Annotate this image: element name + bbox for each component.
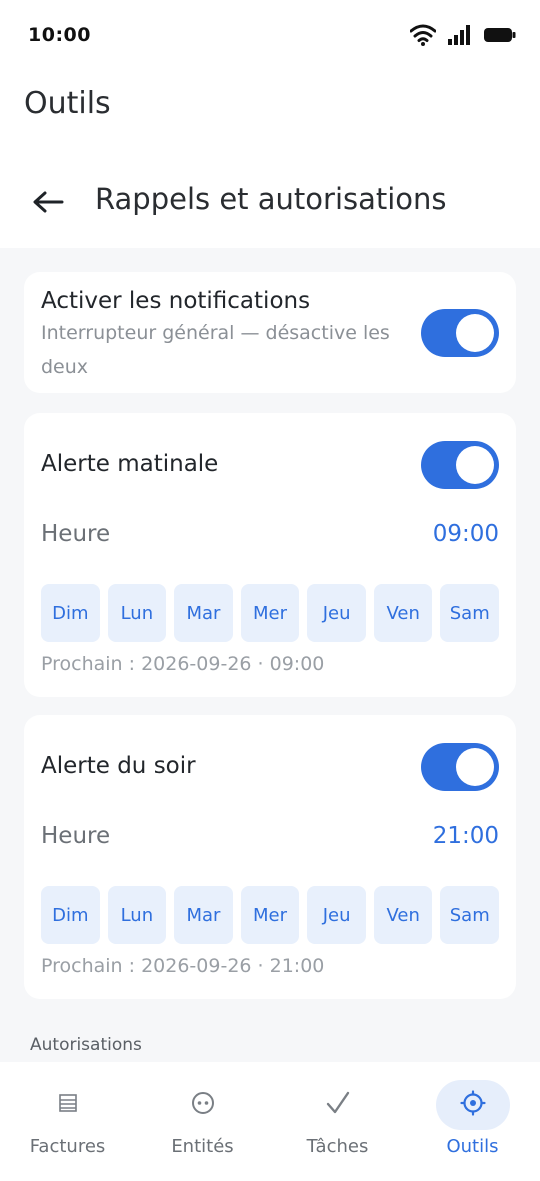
evening-day-wednesday[interactable]: Mer [240,886,300,944]
status-icons [409,24,516,50]
morning-day-thursday[interactable]: Jeu [307,584,366,642]
nav-item-taches[interactable]: Tâches [270,1062,405,1181]
evening-day-chips: Dim Lun Mar Mer Jeu Ven Sam [41,886,500,944]
status-bar: 10:00 [0,0,540,72]
morning-day-sunday[interactable]: Dim [41,584,100,642]
morning-hour-label: Heure [41,521,111,547]
morning-day-monday[interactable]: Lun [107,584,167,642]
morning-hour-value[interactable]: 09:00 [433,521,499,547]
master-notifications-card: Activer les notifications Interrupteur g… [24,272,516,393]
check-icon [325,1090,351,1120]
morning-day-chips: Dim Lun Mar Mer Jeu Ven Sam [41,584,500,642]
back-button[interactable] [26,182,70,226]
nav-label-factures: Factures [29,1136,106,1157]
morning-alert-card: Alerte matinale Heure 09:00 Dim Lun Mar … [24,413,516,697]
wifi-icon [409,24,437,50]
morning-day-wednesday[interactable]: Mer [240,584,300,642]
morning-day-friday[interactable]: Ven [373,584,433,642]
entity-icon [191,1091,215,1119]
master-title: Activer les notifications [41,288,311,314]
nav-item-factures[interactable]: Factures [0,1062,135,1181]
nav-icon-wrap [166,1080,240,1130]
evening-day-saturday[interactable]: Sam [440,886,500,944]
morning-alert-title: Alerte matinale [41,451,219,477]
nav-item-outils[interactable]: Outils [405,1062,540,1181]
page-title: Rappels et autorisations [95,182,447,216]
nav-label-outils: Outils [446,1136,499,1157]
evening-next-run: Prochain : 2026-09-26 · 21:00 [41,955,325,977]
arrow-left-icon [32,190,64,218]
nav-icon-wrap [435,1080,510,1130]
app-title: Outils [24,86,111,121]
nav-item-entites[interactable]: Entités [135,1062,270,1181]
toggle-knob [456,446,494,484]
nav-icon-wrap [31,1080,105,1130]
evening-alert-toggle[interactable] [421,743,499,791]
evening-day-sunday[interactable]: Dim [41,886,100,944]
master-subtitle: Interrupteur général — désactive les deu… [41,322,390,378]
evening-alert-title: Alerte du soir [41,753,196,779]
evening-day-thursday[interactable]: Jeu [307,886,366,944]
signal-icon [448,25,472,49]
morning-alert-toggle[interactable] [421,441,499,489]
content-area: Activer les notifications Interrupteur g… [0,248,540,1063]
permissions-heading: Autorisations [30,1035,142,1055]
evening-hour-label: Heure [41,823,111,849]
toggle-knob [456,748,494,786]
evening-alert-card: Alerte du soir Heure 21:00 Dim Lun Mar M… [24,715,516,999]
nav-label-entites: Entités [171,1136,234,1157]
toolbar: Rappels et autorisations [0,166,540,246]
morning-day-saturday[interactable]: Sam [440,584,500,642]
bottom-nav: Factures Entités Tâches Outils [0,1062,540,1181]
master-toggle[interactable] [421,309,499,357]
gear-icon [459,1090,486,1120]
nav-icon-wrap [301,1080,375,1130]
nav-label-taches: Tâches [306,1136,369,1157]
morning-day-tuesday[interactable]: Mar [174,584,233,642]
evening-day-friday[interactable]: Ven [373,886,433,944]
evening-hour-value[interactable]: 21:00 [433,823,499,849]
battery-icon [484,27,516,47]
evening-day-monday[interactable]: Lun [107,886,167,944]
toggle-knob [456,314,494,352]
receipt-icon [57,1092,79,1118]
evening-day-tuesday[interactable]: Mar [174,886,233,944]
morning-next-run: Prochain : 2026-09-26 · 09:00 [41,653,325,675]
status-time: 10:00 [28,24,91,46]
